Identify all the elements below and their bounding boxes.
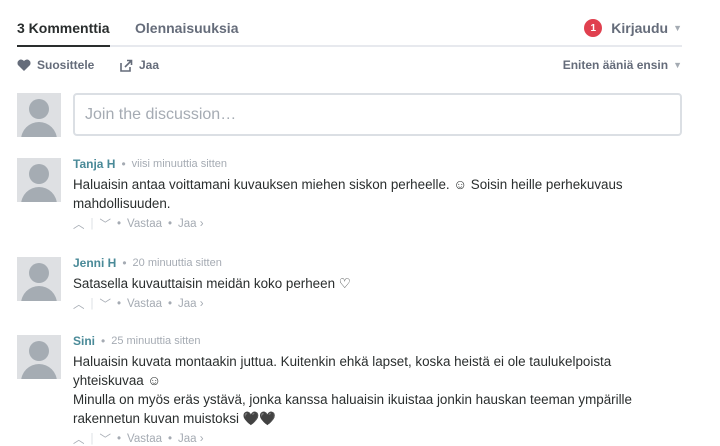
comment-item: Tanja H • viisi minuuttia sitten Haluais…: [73, 157, 690, 232]
upvote-icon[interactable]: ︿: [73, 296, 85, 312]
sort-dropdown[interactable]: Eniten ääniä ensin ▼: [563, 58, 682, 72]
chevron-down-icon: ▼: [673, 60, 682, 70]
comment-timestamp[interactable]: viisi minuuttia sitten: [132, 158, 227, 170]
heart-icon: [17, 59, 31, 71]
comment-text: Haluaisin kuvata montaakin juttua. Kuite…: [73, 354, 632, 426]
avatar[interactable]: [17, 257, 61, 301]
comment-item: Jenni H • 20 minuuttia sitten Satasella …: [73, 256, 690, 312]
comment-item: Sini • 25 minuuttia sitten Haluaisin kuv…: [73, 334, 690, 446]
login-label[interactable]: Kirjaudu: [611, 20, 668, 36]
comment-input[interactable]: [73, 93, 682, 136]
upvote-icon[interactable]: ︿: [73, 216, 85, 232]
upvote-icon[interactable]: ︿: [73, 431, 85, 446]
share-button[interactable]: Jaa: [120, 58, 159, 72]
sort-label: Eniten ääniä ensin: [562, 58, 669, 72]
tab-community[interactable]: Olennaisuuksia: [135, 20, 238, 36]
downvote-icon[interactable]: ﹀: [100, 431, 112, 446]
comment-author[interactable]: Jenni H: [73, 256, 116, 270]
avatar[interactable]: [17, 335, 61, 379]
downvote-icon[interactable]: ﹀: [100, 216, 112, 232]
reply-button[interactable]: Vastaa: [127, 218, 162, 230]
reply-button[interactable]: Vastaa: [127, 298, 162, 310]
comment-actions: ︿ | ﹀ • Vastaa • Jaa ›: [73, 431, 204, 446]
comment-actions: ︿ | ﹀ • Vastaa • Jaa ›: [73, 296, 204, 312]
login-menu[interactable]: 1 Kirjaudu ▼: [584, 19, 682, 37]
comment-share-button[interactable]: Jaa ›: [178, 298, 204, 310]
top-navigation: 3 Kommenttia Olennaisuuksia 1 Kirjaudu ▼: [17, 0, 682, 47]
comment-author[interactable]: Tanja H: [73, 157, 115, 171]
share-icon: [120, 59, 133, 72]
reply-button[interactable]: Vastaa: [127, 433, 162, 445]
chevron-down-icon: ▼: [673, 23, 682, 33]
avatar: [17, 93, 61, 137]
tab-comments[interactable]: 3 Kommenttia: [17, 20, 110, 47]
comment-actions: ︿ | ﹀ • Vastaa • Jaa ›: [73, 216, 204, 232]
comment-share-button[interactable]: Jaa ›: [178, 433, 204, 445]
comment-share-button[interactable]: Jaa ›: [178, 218, 204, 230]
notification-badge[interactable]: 1: [584, 19, 603, 37]
recommend-button[interactable]: Suosittele: [17, 58, 94, 72]
avatar[interactable]: [17, 158, 61, 202]
comment-timestamp[interactable]: 25 minuuttia sitten: [111, 335, 200, 347]
comment-author[interactable]: Sini: [73, 334, 95, 348]
share-label: Jaa: [139, 58, 160, 72]
comment-text: Haluaisin antaa voittamani kuvauksen mie…: [73, 177, 623, 211]
comment-timestamp[interactable]: 20 minuuttia sitten: [133, 257, 222, 269]
recommend-label: Suosittele: [37, 58, 95, 72]
downvote-icon[interactable]: ﹀: [100, 296, 112, 312]
toolbar: Suosittele Jaa Eniten ääniä ensin ▼: [17, 58, 682, 76]
comment-text: Satasella kuvauttaisin meidän koko perhe…: [73, 276, 351, 291]
